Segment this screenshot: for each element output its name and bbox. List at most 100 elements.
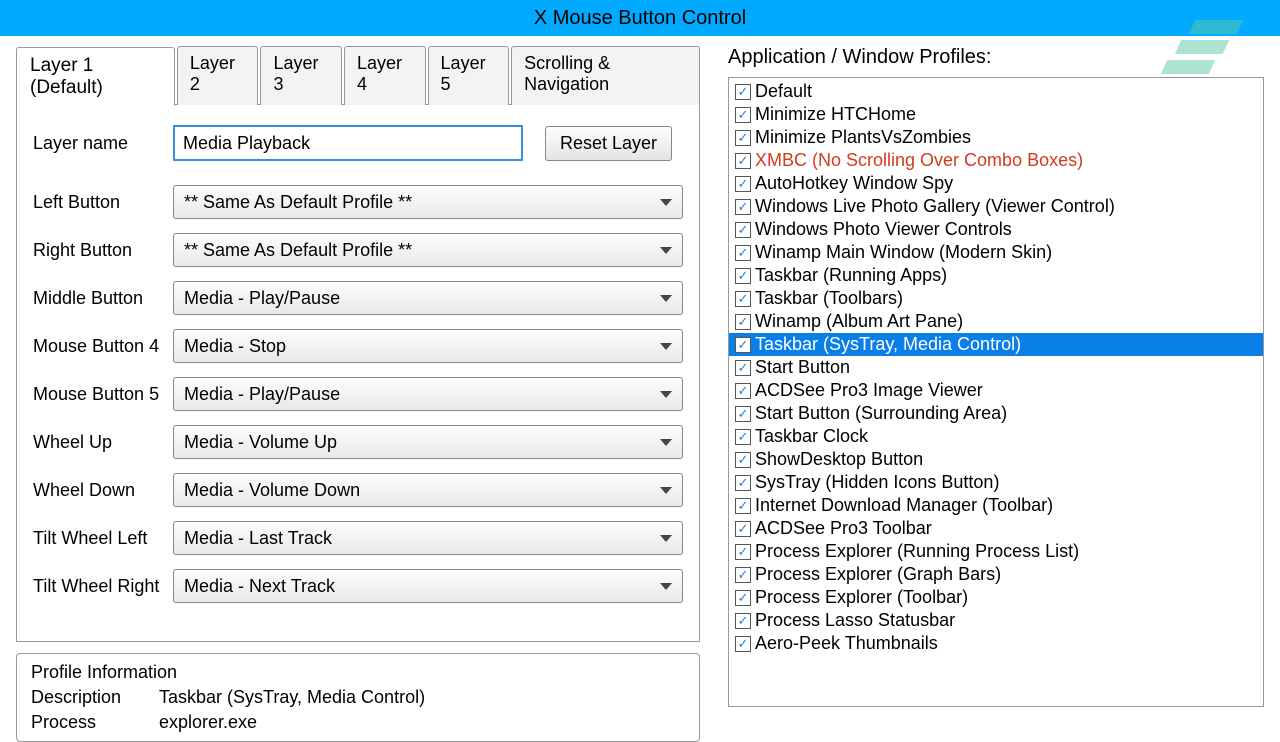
binding-select-wheel-down[interactable]: Media - Volume Down <box>173 473 683 507</box>
profile-checkbox[interactable]: ✓ <box>735 590 751 606</box>
profile-label: ShowDesktop Button <box>755 449 923 470</box>
profile-item[interactable]: ✓Minimize PlantsVsZombies <box>729 126 1263 149</box>
profile-checkbox[interactable]: ✓ <box>735 245 751 261</box>
profile-checkbox[interactable]: ✓ <box>735 383 751 399</box>
binding-select-right-button[interactable]: ** Same As Default Profile ** <box>173 233 683 267</box>
binding-select-tilt-wheel-left[interactable]: Media - Last Track <box>173 521 683 555</box>
profile-label: XMBC (No Scrolling Over Combo Boxes) <box>755 150 1083 171</box>
profile-item[interactable]: ✓Winamp Main Window (Modern Skin) <box>729 241 1263 264</box>
profile-checkbox[interactable]: ✓ <box>735 291 751 307</box>
chevron-down-icon <box>660 535 672 542</box>
binding-label: Right Button <box>33 240 173 261</box>
profile-item[interactable]: ✓Internet Download Manager (Toolbar) <box>729 494 1263 517</box>
binding-value: Media - Volume Up <box>184 432 337 453</box>
profile-item[interactable]: ✓Taskbar (SysTray, Media Control) <box>729 333 1263 356</box>
profile-item[interactable]: ✓Process Explorer (Toolbar) <box>729 586 1263 609</box>
profile-item[interactable]: ✓Start Button <box>729 356 1263 379</box>
profile-checkbox[interactable]: ✓ <box>735 107 751 123</box>
binding-select-tilt-wheel-right[interactable]: Media - Next Track <box>173 569 683 603</box>
profile-item[interactable]: ✓ACDSee Pro3 Image Viewer <box>729 379 1263 402</box>
profile-checkbox[interactable]: ✓ <box>735 222 751 238</box>
profile-item[interactable]: ✓Start Button (Surrounding Area) <box>729 402 1263 425</box>
profile-checkbox[interactable]: ✓ <box>735 337 751 353</box>
profile-item[interactable]: ✓ShowDesktop Button <box>729 448 1263 471</box>
tab-layer-2[interactable]: Layer 2 <box>177 46 259 105</box>
binding-value: Media - Last Track <box>184 528 332 549</box>
profile-label: Taskbar Clock <box>755 426 868 447</box>
profile-info-title: Profile Information <box>31 662 685 683</box>
binding-label: Tilt Wheel Left <box>33 528 173 549</box>
profile-checkbox[interactable]: ✓ <box>735 521 751 537</box>
chevron-down-icon <box>660 487 672 494</box>
profile-label: SysTray (Hidden Icons Button) <box>755 472 999 493</box>
profile-item[interactable]: ✓AutoHotkey Window Spy <box>729 172 1263 195</box>
profile-label: AutoHotkey Window Spy <box>755 173 953 194</box>
profile-checkbox[interactable]: ✓ <box>735 406 751 422</box>
profile-label: Winamp Main Window (Modern Skin) <box>755 242 1052 263</box>
profile-label: Windows Photo Viewer Controls <box>755 219 1012 240</box>
profile-checkbox[interactable]: ✓ <box>735 452 751 468</box>
binding-select-mouse-button-5[interactable]: Media - Play/Pause <box>173 377 683 411</box>
profile-item[interactable]: ✓Taskbar Clock <box>729 425 1263 448</box>
profile-item[interactable]: ✓Minimize HTCHome <box>729 103 1263 126</box>
profile-item[interactable]: ✓Process Explorer (Graph Bars) <box>729 563 1263 586</box>
chevron-down-icon <box>660 391 672 398</box>
profile-item[interactable]: ✓Process Explorer (Running Process List) <box>729 540 1263 563</box>
description-value: Taskbar (SysTray, Media Control) <box>159 687 425 708</box>
profile-checkbox[interactable]: ✓ <box>735 199 751 215</box>
profile-item[interactable]: ✓Process Lasso Statusbar <box>729 609 1263 632</box>
tab-scrolling-navigation[interactable]: Scrolling & Navigation <box>511 46 700 105</box>
profile-checkbox[interactable]: ✓ <box>735 544 751 560</box>
tab-layer-5[interactable]: Layer 5 <box>428 46 510 105</box>
profile-item[interactable]: ✓Default <box>729 80 1263 103</box>
profile-item[interactable]: ✓Winamp (Album Art Pane) <box>729 310 1263 333</box>
binding-value: Media - Next Track <box>184 576 335 597</box>
binding-select-left-button[interactable]: ** Same As Default Profile ** <box>173 185 683 219</box>
tab-layer-3[interactable]: Layer 3 <box>260 46 342 105</box>
profile-checkbox[interactable]: ✓ <box>735 84 751 100</box>
binding-value: Media - Play/Pause <box>184 288 340 309</box>
tab-layer-4[interactable]: Layer 4 <box>344 46 426 105</box>
binding-select-middle-button[interactable]: Media - Play/Pause <box>173 281 683 315</box>
profile-checkbox[interactable]: ✓ <box>735 498 751 514</box>
profile-label: Aero-Peek Thumbnails <box>755 633 938 654</box>
profile-label: Minimize HTCHome <box>755 104 916 125</box>
profile-item[interactable]: ✓ACDSee Pro3 Toolbar <box>729 517 1263 540</box>
profile-item[interactable]: ✓Aero-Peek Thumbnails <box>729 632 1263 655</box>
profile-checkbox[interactable]: ✓ <box>735 360 751 376</box>
process-value: explorer.exe <box>159 712 257 733</box>
profile-checkbox[interactable]: ✓ <box>735 153 751 169</box>
profile-checkbox[interactable]: ✓ <box>735 130 751 146</box>
binding-value: ** Same As Default Profile ** <box>184 240 412 261</box>
profile-item[interactable]: ✓Taskbar (Running Apps) <box>729 264 1263 287</box>
profile-label: Taskbar (SysTray, Media Control) <box>755 334 1021 355</box>
profile-label: ACDSee Pro3 Toolbar <box>755 518 932 539</box>
chevron-down-icon <box>660 295 672 302</box>
profile-item[interactable]: ✓XMBC (No Scrolling Over Combo Boxes) <box>729 149 1263 172</box>
tab-layer-1-default-[interactable]: Layer 1 (Default) <box>16 47 175 106</box>
binding-label: Wheel Up <box>33 432 173 453</box>
profile-item[interactable]: ✓Taskbar (Toolbars) <box>729 287 1263 310</box>
profile-label: Start Button <box>755 357 850 378</box>
profile-checkbox[interactable]: ✓ <box>735 314 751 330</box>
profile-item[interactable]: ✓Windows Live Photo Gallery (Viewer Cont… <box>729 195 1263 218</box>
profile-checkbox[interactable]: ✓ <box>735 429 751 445</box>
profile-item[interactable]: ✓SysTray (Hidden Icons Button) <box>729 471 1263 494</box>
profile-label: Process Explorer (Graph Bars) <box>755 564 1001 585</box>
profile-checkbox[interactable]: ✓ <box>735 567 751 583</box>
profile-label: Taskbar (Toolbars) <box>755 288 903 309</box>
layer-name-input[interactable] <box>173 125 523 161</box>
profile-checkbox[interactable]: ✓ <box>735 176 751 192</box>
profile-checkbox[interactable]: ✓ <box>735 475 751 491</box>
profile-checkbox[interactable]: ✓ <box>735 636 751 652</box>
binding-label: Mouse Button 4 <box>33 336 173 357</box>
profile-item[interactable]: ✓Windows Photo Viewer Controls <box>729 218 1263 241</box>
binding-select-mouse-button-4[interactable]: Media - Stop <box>173 329 683 363</box>
profiles-list[interactable]: ✓Default✓Minimize HTCHome✓Minimize Plant… <box>728 77 1264 707</box>
profile-label: Process Explorer (Running Process List) <box>755 541 1079 562</box>
profile-checkbox[interactable]: ✓ <box>735 268 751 284</box>
reset-layer-button[interactable]: Reset Layer <box>545 126 672 161</box>
binding-select-wheel-up[interactable]: Media - Volume Up <box>173 425 683 459</box>
profile-checkbox[interactable]: ✓ <box>735 613 751 629</box>
binding-value: Media - Stop <box>184 336 286 357</box>
